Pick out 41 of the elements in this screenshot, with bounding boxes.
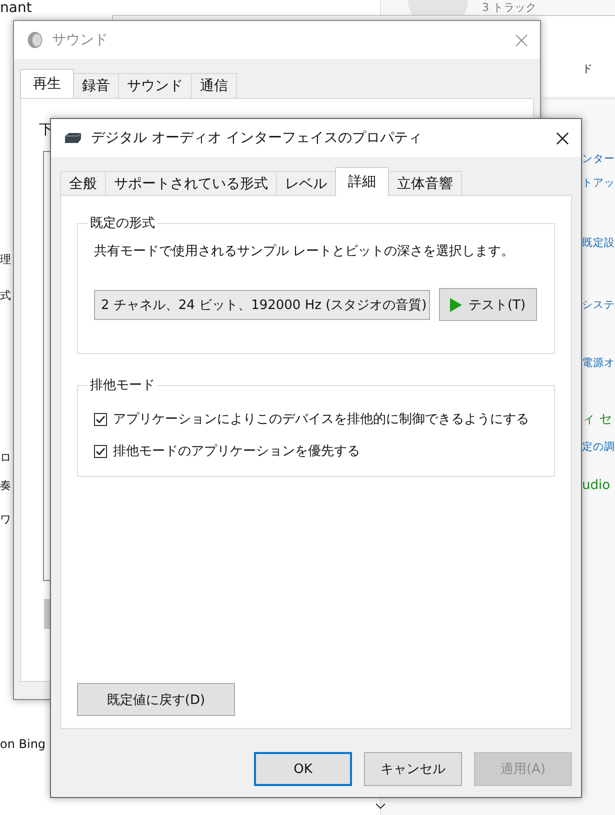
window-title: サウンド	[52, 31, 109, 49]
track-count: 3 トラック	[482, 0, 536, 15]
group-title: 排他モード	[89, 377, 156, 394]
tab[interactable]: 通信	[191, 73, 237, 98]
window-title: デジタル オーディオ インターフェイスのプロパティ	[91, 129, 423, 147]
background-text: ワ	[0, 512, 11, 527]
section-heading: udio	[582, 478, 610, 493]
dialog-button[interactable]: キャンセル	[364, 752, 462, 786]
background-text: 理	[0, 252, 11, 267]
restore-defaults-button[interactable]: 既定値に戻す(D)	[77, 683, 235, 716]
background-text: nant	[0, 0, 32, 16]
background-text: ロ	[0, 450, 11, 465]
checkbox[interactable]	[94, 444, 107, 458]
dialog-button[interactable]: OK	[254, 752, 352, 786]
chevron-icon[interactable]	[375, 803, 386, 810]
background-text: 奏	[0, 478, 11, 493]
settings-link[interactable]: トアッ	[582, 176, 615, 190]
close-icon[interactable]	[556, 132, 569, 144]
background-text: 式	[0, 288, 11, 303]
test-button[interactable]: テスト(T)	[439, 288, 537, 321]
settings-link[interactable]: システ	[582, 298, 615, 312]
background-text: on Bing	[0, 737, 46, 751]
checkbox[interactable]	[94, 412, 107, 426]
tab[interactable]: 全般	[60, 171, 106, 196]
settings-link[interactable]: ンター	[582, 152, 615, 166]
description-text: 共有モードで使用されるサンプル レートとビットの深さを選択します。	[94, 243, 516, 260]
group-title: 既定の形式	[89, 215, 156, 232]
tab[interactable]: 詳細	[335, 167, 389, 196]
checkbox-label: アプリケーションによりこのデバイスを排他的に制御できるようにする	[113, 411, 529, 428]
settings-link[interactable]: 既定設	[582, 236, 615, 250]
speaker-icon	[26, 31, 44, 49]
background-text: ド	[582, 62, 593, 76]
settings-link[interactable]: 電源オ	[582, 356, 615, 370]
device-icon	[63, 132, 83, 144]
checkbox-label: 排他モードのアプリケーションを優先する	[113, 443, 360, 460]
format-dropdown[interactable]: 2 チャネル、24 ビット、192000 Hz (スタジオの音質)	[94, 290, 430, 320]
settings-link[interactable]: 定の調	[582, 440, 615, 454]
section-heading: ィ セ	[582, 411, 612, 428]
tab[interactable]: 再生	[20, 69, 74, 98]
play-icon	[450, 298, 462, 312]
tab[interactable]: 立体音響	[388, 171, 462, 196]
